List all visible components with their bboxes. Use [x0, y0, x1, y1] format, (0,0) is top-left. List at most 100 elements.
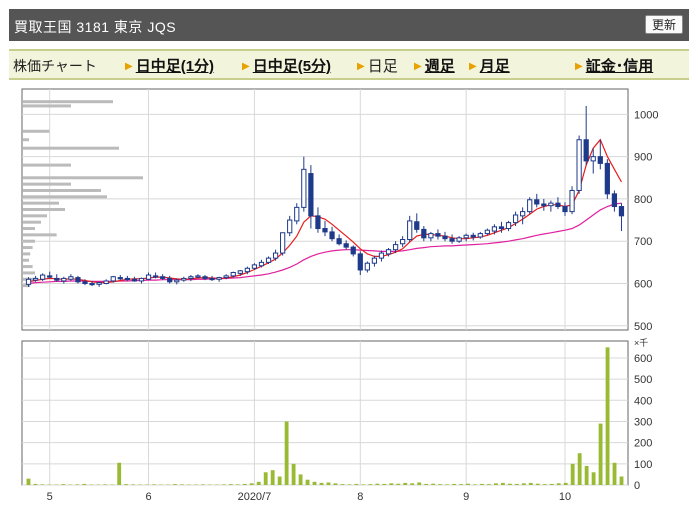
- volume-bar: [494, 483, 498, 485]
- candle-body: [555, 202, 561, 208]
- candle-body: [562, 206, 568, 213]
- volume-bar: [180, 484, 184, 485]
- candle-body: [209, 277, 215, 281]
- candle-body: [385, 249, 392, 255]
- volume-bar: [326, 482, 331, 485]
- candle-body: [251, 264, 258, 269]
- volume-profile-bar: [23, 258, 29, 262]
- volume-profile-bar: [23, 252, 31, 256]
- price-tick-label: 1000: [634, 109, 658, 121]
- volume-profile-bar: [23, 104, 71, 108]
- volume-bar: [396, 483, 401, 485]
- volume-bar: [26, 478, 31, 485]
- volume-bar: [117, 462, 122, 485]
- candle-body: [124, 277, 130, 281]
- candle-body: [103, 280, 109, 284]
- candle-body: [357, 253, 363, 271]
- volume-profile-bar: [23, 146, 119, 150]
- price-tick-label: 700: [634, 236, 652, 248]
- volume-profile-bar: [23, 239, 35, 243]
- volume-bar: [103, 484, 108, 485]
- volume-tick-label: 0: [634, 480, 640, 492]
- candle-body: [223, 275, 229, 279]
- candle-body: [611, 193, 618, 208]
- volume-bar: [556, 483, 561, 485]
- volume-profile-bar: [23, 214, 47, 218]
- candle-body: [548, 202, 554, 207]
- candle-body: [505, 222, 512, 230]
- x-axis-label: 9: [463, 491, 469, 503]
- candle-body: [414, 221, 420, 230]
- candle-body: [470, 234, 476, 238]
- stock-chart: 500 600 700 800 900 1000 0 100 200 300 400 500 600 ×千…: [21, 88, 658, 503]
- volume-bar: [389, 483, 394, 485]
- volume-bar: [487, 484, 491, 485]
- volume-bar: [152, 484, 156, 485]
- volume-bar: [333, 483, 338, 485]
- volume-profile-bar: [23, 195, 107, 199]
- volume-bar: [200, 484, 205, 485]
- volume-bar: [619, 476, 624, 485]
- volume-bar: [507, 483, 512, 485]
- volume-bar: [480, 483, 484, 485]
- candle-body: [237, 270, 243, 274]
- candle-body: [371, 257, 378, 264]
- volume-profile-bar: [23, 208, 65, 211]
- x-axis-label: 5: [47, 491, 53, 503]
- candle-body: [195, 275, 201, 278]
- volume-bar: [438, 484, 443, 485]
- volume-bar: [605, 347, 610, 485]
- candle-body: [287, 219, 293, 234]
- candle-body: [421, 228, 427, 239]
- candle-body: [280, 232, 286, 254]
- volume-bar: [473, 484, 477, 485]
- volume-profile-bar: [23, 138, 29, 142]
- volume-profile-bar: [23, 100, 113, 104]
- candle-body: [301, 168, 307, 208]
- volume-bar: [235, 484, 240, 485]
- price-tick-label: 600: [634, 278, 652, 290]
- price-tick-label: 800: [634, 194, 652, 206]
- candle-body: [244, 267, 250, 273]
- candlestick: [576, 135, 582, 194]
- volume-profile-bar: [23, 227, 35, 231]
- volume-bar: [347, 484, 352, 485]
- candle-body: [604, 162, 610, 195]
- volume-bar: [312, 481, 317, 485]
- volume-bar: [410, 483, 415, 485]
- volume-bar: [375, 483, 380, 485]
- volume-unit-label: ×千: [634, 338, 648, 348]
- candle-body: [258, 261, 265, 267]
- candlestick: [569, 186, 575, 215]
- candle-body: [25, 278, 32, 285]
- candle-body: [392, 244, 399, 251]
- candle-body: [61, 277, 67, 282]
- candle-body: [463, 234, 469, 239]
- volume-profile-bar: [23, 176, 143, 180]
- candle-body: [272, 252, 279, 259]
- volume-bar: [542, 484, 547, 485]
- candle-body: [520, 211, 526, 217]
- volume-bar: [466, 483, 470, 485]
- volume-bar: [417, 482, 422, 485]
- volume-bar: [598, 423, 603, 485]
- candlestick: [280, 232, 286, 256]
- volume-bar: [361, 484, 366, 485]
- candle-body: [456, 237, 462, 242]
- volume-bar: [340, 484, 345, 485]
- volume-profile-bar: [23, 201, 59, 205]
- candle-body: [32, 277, 39, 281]
- candle-body: [435, 233, 441, 237]
- volume-profile-bar: [23, 233, 57, 237]
- candle-body: [230, 271, 236, 277]
- x-axis-label: 8: [357, 491, 363, 503]
- candle-body: [350, 246, 356, 255]
- volume-bar: [584, 465, 589, 485]
- volume-bar: [570, 463, 575, 485]
- candle-body: [315, 215, 321, 230]
- volume-bar: [75, 484, 80, 485]
- candle-body: [597, 156, 603, 164]
- candle-body: [68, 276, 74, 280]
- volume-bar: [424, 483, 429, 485]
- volume-bar: [563, 482, 568, 485]
